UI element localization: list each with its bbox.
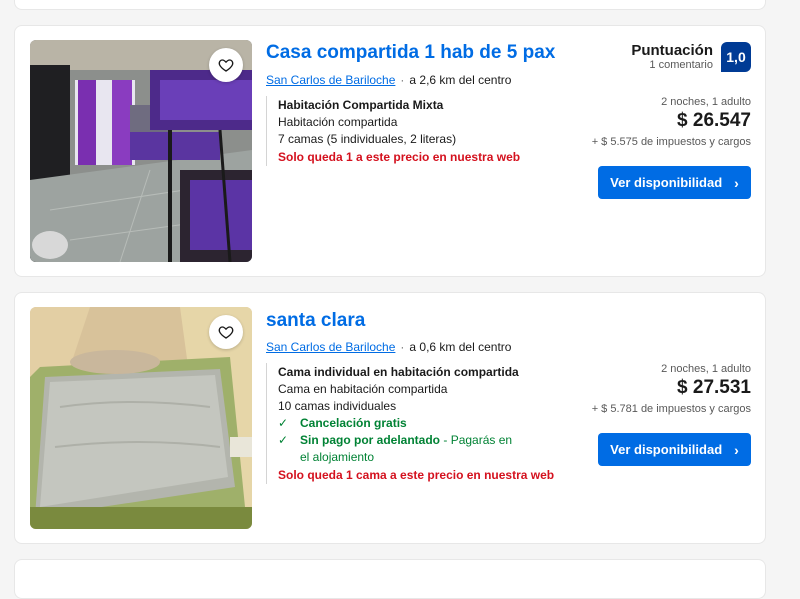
score-badge: 1,0 (721, 42, 751, 72)
property-photo[interactable] (30, 307, 252, 529)
favorite-button[interactable] (209, 315, 243, 349)
urgency-message: Solo queda 1 a este precio en nuestra we… (278, 150, 521, 164)
taxes-text: + $ 5.575 de impuestos y cargos (591, 136, 751, 148)
stay-details: 2 noches, 1 adulto (661, 96, 751, 108)
heart-outline-icon (218, 326, 234, 339)
previous-listing-card (14, 0, 766, 10)
perk-no-prepayment: ✓ Sin pago por adelantado - Pagarás en e… (278, 432, 554, 466)
room-type: Cama en habitación compartida (278, 382, 448, 396)
button-label: Ver disponibilidad (610, 175, 723, 190)
see-availability-button[interactable]: Ver disponibilidad › (598, 433, 751, 466)
button-label: Ver disponibilidad (610, 442, 723, 457)
checkmark-icon: ✓ (278, 416, 289, 430)
review-score[interactable]: Puntuación 1 comentario 1,0 (631, 42, 751, 72)
urgency-message: Solo queda 1 cama a este precio en nuest… (278, 468, 555, 482)
distance-text: a 2,6 km del centro (409, 73, 512, 87)
city-link[interactable]: San Carlos de Bariloche (266, 340, 395, 354)
property-title[interactable]: Casa compartida 1 hab de 5 pax (266, 42, 555, 64)
separator-dot: · (400, 340, 405, 354)
score-label: Puntuación (631, 42, 713, 59)
room-name: Cama individual en habitación compartida (278, 365, 519, 379)
room-type: Habitación compartida (278, 115, 398, 129)
location-line: San Carlos de Bariloche · a 0,6 km del cen… (266, 340, 511, 354)
favorite-button[interactable] (209, 48, 243, 82)
perk-label: Cancelación gratis (300, 416, 407, 430)
bed-config: 10 camas individuales (278, 399, 397, 413)
price-amount: $ 26.547 (677, 110, 751, 131)
taxes-text: + $ 5.781 de impuestos y cargos (591, 403, 751, 415)
chevron-right-icon: › (734, 174, 739, 191)
room-name: Habitación Compartida Mixta (278, 98, 444, 112)
stay-details: 2 noches, 1 adulto (661, 363, 751, 375)
heart-outline-icon (218, 59, 234, 72)
price-block: 2 noches, 1 adulto $ 27.531 + $ 5.781 de… (592, 363, 751, 415)
score-text: Puntuación 1 comentario (631, 42, 713, 71)
price-block: 2 noches, 1 adulto $ 26.547 + $ 5.575 de… (592, 96, 751, 148)
property-card: Casa compartida 1 hab de 5 pax San Carlo… (14, 25, 766, 277)
room-info: Habitación Compartida Mixta Habitación c… (266, 96, 520, 166)
location-line: San Carlos de Bariloche · a 2,6 km del cen… (266, 73, 511, 87)
property-title[interactable]: santa clara (266, 310, 365, 332)
review-count: 1 comentario (649, 59, 713, 71)
next-listing-card (14, 559, 766, 599)
separator-dot: · (400, 73, 405, 87)
chevron-right-icon: › (734, 441, 739, 458)
room-info: Cama individual en habitación compartida… (266, 363, 554, 484)
property-card: santa clara San Carlos de Bariloche · a 0,… (14, 292, 766, 544)
distance-text: a 0,6 km del centro (409, 340, 512, 354)
see-availability-button[interactable]: Ver disponibilidad › (598, 166, 751, 199)
perk-label: Sin pago por adelantado (300, 433, 441, 447)
property-photo[interactable] (30, 40, 252, 262)
price-amount: $ 27.531 (677, 377, 751, 398)
perk-free-cancellation: ✓ Cancelación gratis (278, 415, 554, 432)
checkmark-icon: ✓ (278, 433, 289, 447)
perk-text: Sin pago por adelantado - Pagarás en el … (300, 432, 518, 466)
city-link[interactable]: San Carlos de Bariloche (266, 73, 395, 87)
bed-config: 7 camas (5 individuales, 2 literas) (278, 132, 457, 146)
